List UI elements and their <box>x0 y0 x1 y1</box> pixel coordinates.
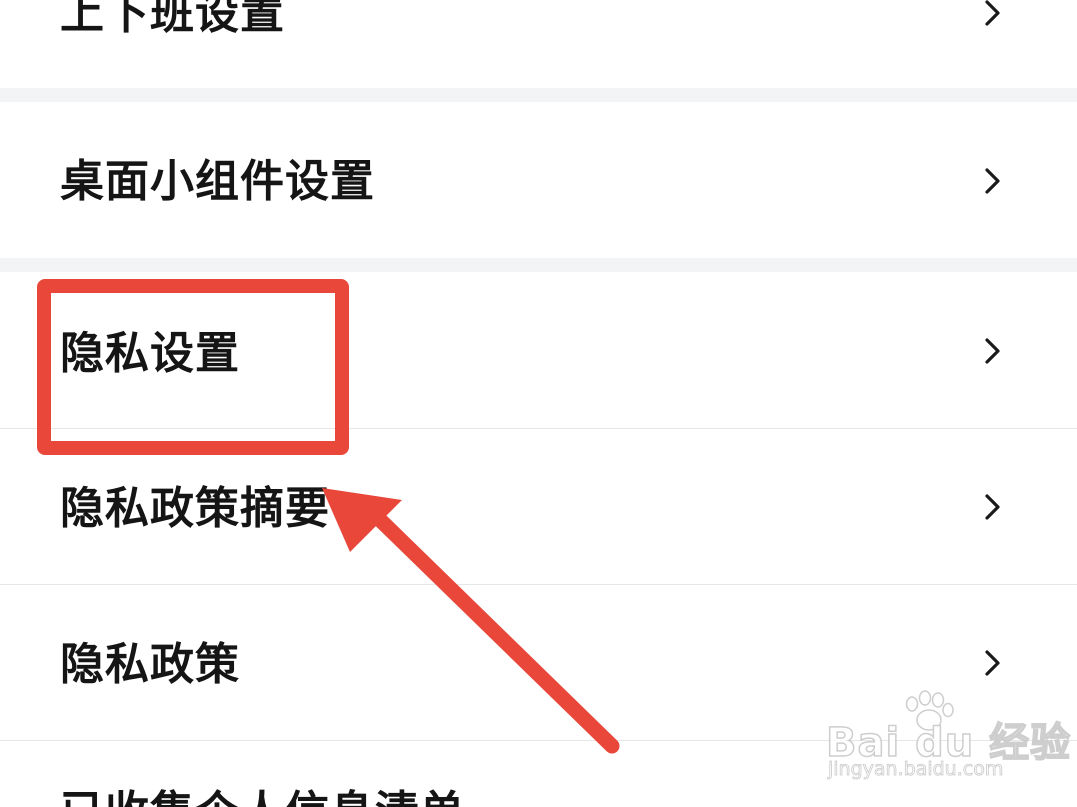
settings-item-label: 上下班设置 <box>60 0 285 39</box>
settings-item-privacy-policy[interactable]: 隐私政策 <box>0 585 1077 740</box>
settings-item-desktop-widget[interactable]: 桌面小组件设置 <box>0 102 1077 258</box>
settings-item-label: 已收集个人信息清单 <box>60 791 465 807</box>
settings-screen: 上下班设置 桌面小组件设置 隐私设置 隐私政策摘要 隐私政策 Bai du 经验… <box>0 0 1077 807</box>
settings-item-collected-info-list[interactable]: 已收集个人信息清单 <box>0 741 1077 807</box>
chevron-right-icon <box>980 334 1004 368</box>
chevron-right-icon <box>980 164 1004 198</box>
settings-item-privacy-settings[interactable]: 隐私设置 <box>0 272 1077 428</box>
settings-item-commute[interactable]: 上下班设置 <box>0 0 1077 88</box>
settings-item-label: 隐私设置 <box>60 328 240 379</box>
settings-item-label: 桌面小组件设置 <box>60 156 375 207</box>
settings-item-label: 隐私政策 <box>60 639 240 690</box>
chevron-right-icon <box>980 0 1004 30</box>
settings-item-label: 隐私政策摘要 <box>60 483 330 534</box>
section-separator <box>0 88 1077 102</box>
settings-item-privacy-policy-summary[interactable]: 隐私政策摘要 <box>0 429 1077 584</box>
chevron-right-icon <box>980 646 1004 680</box>
chevron-right-icon <box>980 490 1004 524</box>
section-separator <box>0 258 1077 272</box>
